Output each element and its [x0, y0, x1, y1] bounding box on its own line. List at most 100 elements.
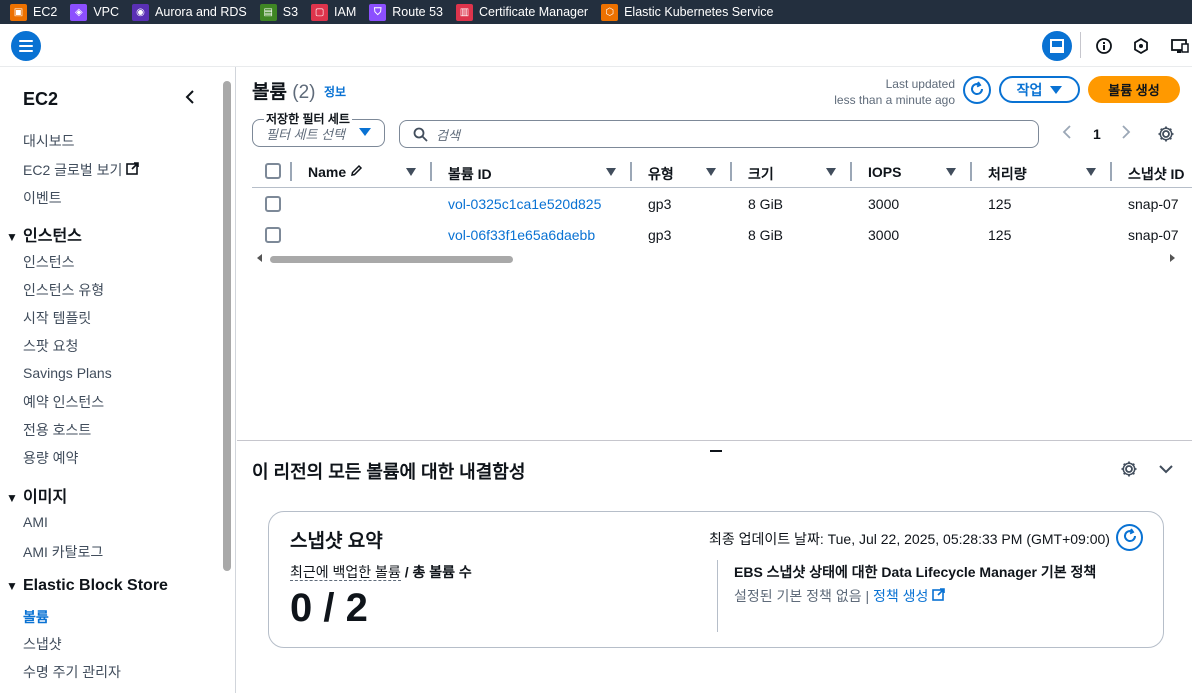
fav-acm[interactable]: ▥ Certificate Manager: [456, 3, 588, 21]
select-all-checkbox[interactable]: [265, 163, 281, 179]
column-divider[interactable]: [1110, 162, 1112, 181]
menu-icon[interactable]: [11, 31, 41, 61]
sidebar-item-spot-requests[interactable]: 스팟 요청: [23, 336, 78, 356]
sort-icon[interactable]: [946, 168, 956, 176]
sort-icon[interactable]: [406, 168, 416, 176]
sidebar-section-images[interactable]: ▼ 이미지: [6, 483, 67, 507]
search-icon: [413, 127, 428, 145]
policy-title: EBS 스냅샷 상태에 대한 Data Lifecycle Manager 기본…: [734, 564, 1097, 580]
scroll-right-icon[interactable]: [1170, 254, 1175, 262]
fav-label: Route 53: [392, 5, 444, 19]
sidebar-item-reserved-instances[interactable]: 예약 인스턴스: [23, 392, 104, 412]
card-refresh-button[interactable]: [1116, 524, 1143, 551]
sidebar-item-savings-plans[interactable]: Savings Plans: [23, 365, 112, 381]
section-label: 인스턴스: [23, 228, 82, 245]
chevron-down-icon[interactable]: [1158, 462, 1174, 478]
sort-icon[interactable]: [1086, 168, 1096, 176]
sort-icon[interactable]: [606, 168, 616, 176]
sidebar-item-events[interactable]: 이벤트: [23, 188, 62, 208]
row-checkbox[interactable]: [265, 196, 281, 212]
column-header-volume-id[interactable]: 볼륨 ID: [448, 164, 492, 184]
column-header-throughput[interactable]: 처리량: [988, 164, 1027, 184]
column-divider[interactable]: [430, 162, 432, 181]
cell-snapshot: snap-07: [1128, 227, 1179, 243]
collapse-sidebar-icon[interactable]: [184, 88, 196, 109]
fav-vpc[interactable]: ◈ VPC: [70, 3, 119, 21]
sort-icon[interactable]: [826, 168, 836, 176]
sidebar-item-launch-templates[interactable]: 시작 템플릿: [23, 308, 91, 328]
sidebar-item-ami-catalog[interactable]: AMI 카탈로그: [23, 542, 103, 562]
header-divider: [1080, 32, 1081, 58]
sidebar-item-ami[interactable]: AMI: [23, 514, 48, 530]
info-link[interactable]: 정보: [324, 83, 346, 100]
column-header-iops[interactable]: IOPS: [868, 164, 901, 180]
kpi-value: 0 / 2: [290, 586, 368, 630]
sort-icon[interactable]: [706, 168, 716, 176]
column-header-snapshot-id[interactable]: 스냅샷 ID: [1128, 164, 1192, 184]
sidebar-item-snapshots[interactable]: 스냅샷: [23, 634, 62, 654]
page-number[interactable]: 1: [1093, 126, 1101, 142]
refresh-icon: [1122, 528, 1138, 547]
pencil-icon: [350, 164, 363, 180]
split-settings-gear-icon[interactable]: [1120, 460, 1138, 481]
horizontal-scrollbar[interactable]: [270, 256, 513, 263]
console-header: [0, 24, 1192, 67]
screen-icon[interactable]: [1170, 35, 1190, 57]
sidebar-item-dedicated-hosts[interactable]: 전용 호스트: [23, 420, 91, 440]
ec2-icon: ▣: [10, 3, 27, 21]
cell-volume-id-link[interactable]: vol-0325c1ca1e520d825: [448, 196, 601, 212]
sidebar-scrollbar[interactable]: [223, 81, 231, 571]
search-input[interactable]: 검색: [399, 120, 1039, 148]
fav-rds[interactable]: ◉ Aurora and RDS: [132, 3, 247, 21]
column-divider[interactable]: [850, 162, 852, 181]
row-checkbox[interactable]: [265, 227, 281, 243]
column-divider[interactable]: [630, 162, 632, 181]
fav-route53[interactable]: ⛉ Route 53: [369, 3, 444, 21]
fav-label: Aurora and RDS: [155, 5, 247, 19]
column-header-name[interactable]: Name: [308, 164, 363, 180]
table-settings-gear-icon[interactable]: [1157, 125, 1175, 146]
fav-s3[interactable]: ▤ S3: [259, 3, 298, 21]
chevron-right-icon[interactable]: [1121, 125, 1131, 144]
column-divider[interactable]: [970, 162, 972, 181]
cell-volume-id-link[interactable]: vol-06f33f1e65a6daebb: [448, 227, 595, 243]
sidebar-item-instance-types[interactable]: 인스턴스 유형: [23, 280, 104, 300]
chevron-left-icon[interactable]: [1062, 125, 1072, 144]
page-title: 볼륨 (2): [252, 77, 315, 104]
column-label: Name: [308, 164, 347, 180]
feedback-icon[interactable]: [1132, 35, 1150, 57]
create-volume-button[interactable]: 볼륨 생성: [1088, 76, 1180, 103]
fav-ec2[interactable]: ▣ EC2: [10, 3, 57, 21]
column-divider[interactable]: [730, 162, 732, 181]
create-policy-link[interactable]: 정책 생성: [873, 588, 928, 604]
last-updated-value: less than a minute ago: [834, 93, 955, 107]
scroll-left-icon[interactable]: [257, 254, 262, 262]
refresh-button[interactable]: [963, 76, 991, 104]
table-row[interactable]: vol-0325c1ca1e520d825 gp3 8 GiB 3000 125…: [252, 188, 1192, 219]
column-divider[interactable]: [290, 162, 292, 181]
table-row[interactable]: vol-06f33f1e65a6daebb gp3 8 GiB 3000 125…: [252, 219, 1192, 250]
split-panel-icon[interactable]: [1042, 31, 1072, 61]
sidebar-item-dashboard[interactable]: 대시보드: [23, 131, 75, 151]
column-header-type[interactable]: 유형: [648, 164, 674, 184]
sidebar-section-instances[interactable]: ▼ 인스턴스: [6, 222, 82, 246]
sidebar-item-capacity-reservations[interactable]: 용량 예약: [23, 448, 78, 468]
kpi-label-rest: / 총 볼륨 수: [400, 564, 472, 580]
info-icon[interactable]: [1095, 35, 1113, 57]
sidebar-item-global-view[interactable]: EC2 글로벌 보기: [23, 160, 140, 180]
sidebar-item-volumes[interactable]: 볼륨: [23, 607, 49, 627]
sidebar-item-label: EC2 글로벌 보기: [23, 162, 123, 178]
sidebar-item-lifecycle-manager[interactable]: 수명 주기 관리자: [23, 662, 121, 682]
actions-button[interactable]: 작업: [999, 76, 1080, 103]
column-header-size[interactable]: 크기: [748, 164, 774, 184]
fav-eks[interactable]: ⬡ Elastic Kubernetes Service: [601, 3, 773, 21]
cell-throughput: 125: [988, 227, 1012, 243]
route53-icon: ⛉: [369, 3, 387, 21]
caret-down-icon: ▼: [6, 579, 18, 593]
kpi-label-recent[interactable]: 최근에 백업한 볼륨: [290, 564, 401, 581]
sidebar-item-instances[interactable]: 인스턴스: [23, 252, 75, 272]
sidebar-section-ebs[interactable]: ▼ Elastic Block Store: [6, 577, 168, 595]
fav-iam[interactable]: ▢ IAM: [311, 3, 356, 21]
resize-handle[interactable]: [710, 450, 722, 452]
cell-iops: 3000: [868, 196, 900, 212]
